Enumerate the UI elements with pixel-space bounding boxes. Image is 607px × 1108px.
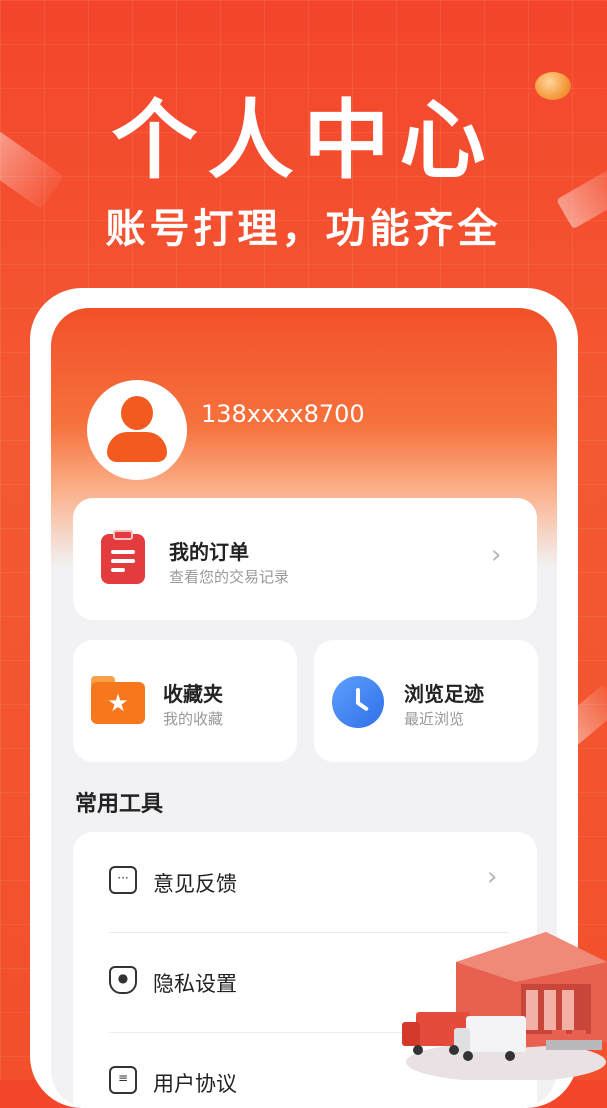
tool-label-agreement: 用户协议 (153, 1072, 237, 1096)
favorites-card[interactable]: ★ 收藏夹 我的收藏 (73, 640, 297, 762)
my-orders-subtitle: 查看您的交易记录 (169, 568, 290, 586)
clipboard-order-icon (101, 530, 145, 584)
avatar-head-icon (121, 396, 153, 430)
tool-label-privacy: 隐私设置 (153, 972, 237, 996)
browse-history-title: 浏览足迹 (404, 682, 484, 706)
tool-item-feedback[interactable]: ··· 意见反馈 › (73, 832, 537, 932)
chevron-right-icon: › (491, 540, 502, 570)
tools-section-title: 常用工具 (75, 792, 164, 817)
avatar[interactable] (87, 380, 187, 480)
user-phone-number: 138xxxx8700 (201, 400, 365, 428)
favorites-title: 收藏夹 (163, 682, 223, 706)
my-orders-title: 我的订单 (169, 540, 249, 564)
privacy-shield-icon: ● (109, 966, 137, 994)
favorites-subtitle: 我的收藏 (163, 710, 224, 728)
my-orders-card[interactable]: 我的订单 查看您的交易记录 › (73, 498, 537, 620)
warehouse-illustration (402, 932, 607, 1080)
tool-label-feedback: 意见反馈 (153, 872, 237, 896)
hero-subtitle: 账号打理，功能齐全 (105, 206, 502, 252)
clipboard-icon: ≡ (109, 1066, 137, 1094)
star-folder-icon: ★ (91, 676, 145, 724)
clock-icon (332, 676, 384, 728)
browse-history-subtitle: 最近浏览 (404, 710, 465, 728)
hero-title: 个人中心 (111, 91, 496, 191)
chevron-right-icon: › (487, 862, 498, 892)
avatar-body-icon (107, 432, 167, 462)
chat-dots-icon: ··· (109, 866, 137, 894)
browse-history-card[interactable]: 浏览足迹 最近浏览 (314, 640, 538, 762)
